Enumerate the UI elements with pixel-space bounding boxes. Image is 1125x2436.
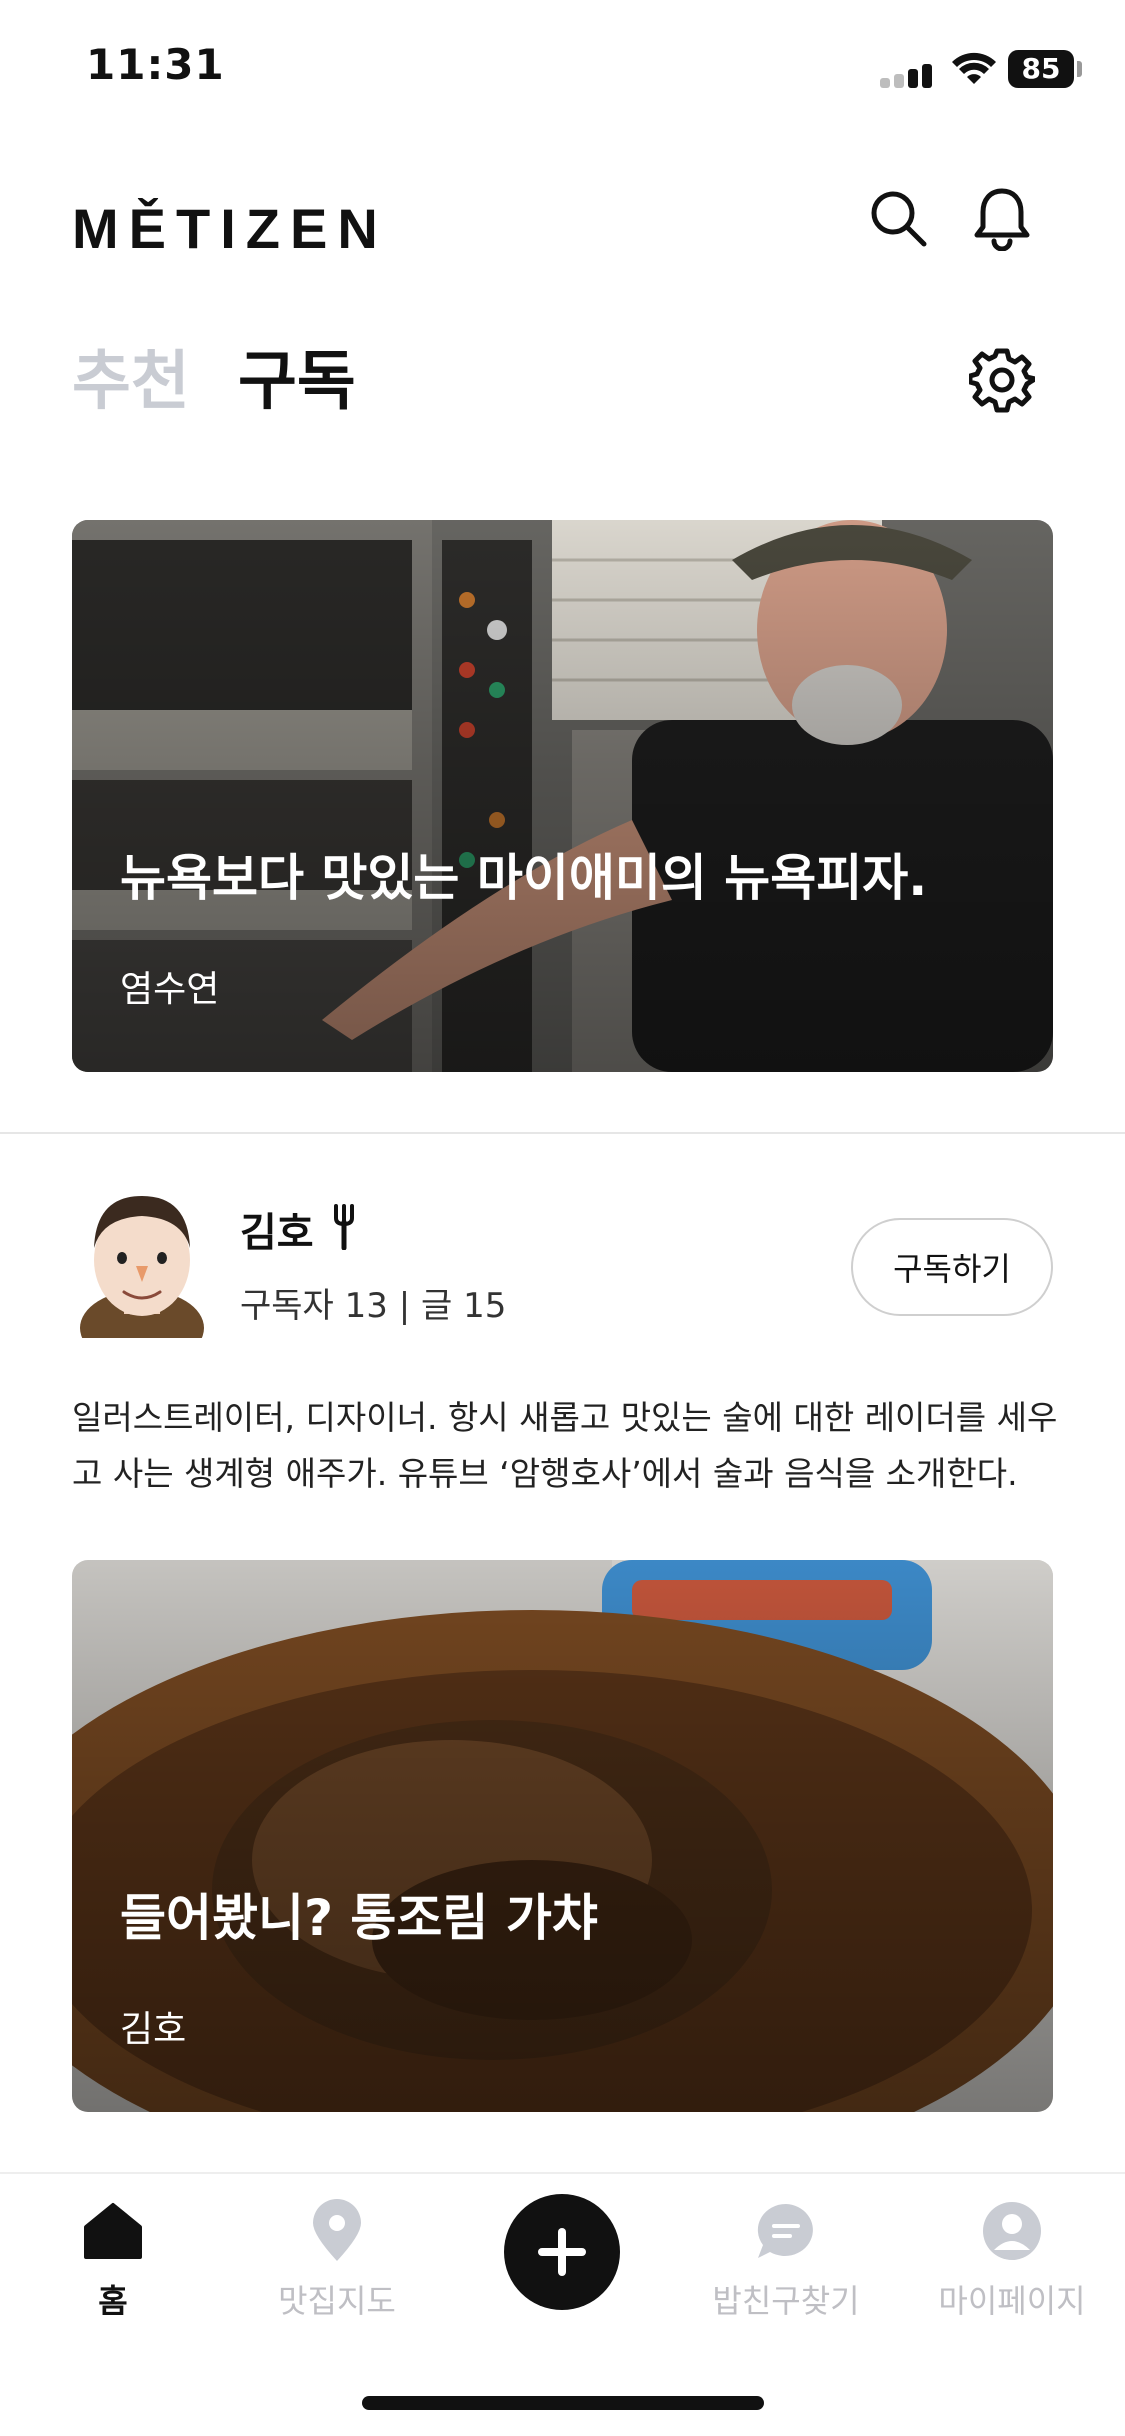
featured-card-title: 뉴욕보다 맛있는 마이애미의 뉴욕피자. [120, 849, 928, 907]
featured-card-author: 염수연 [120, 969, 220, 1010]
nav-find-friends[interactable]: 밥친구찾기 [686, 2196, 886, 2322]
nav-my-page[interactable]: 마이페이지 [912, 2196, 1112, 2322]
profile-stats: 구독자 13 | 글 15 [240, 1286, 507, 1326]
post-article-card[interactable]: 들어봤니? 통조림 가챠 김호 [72, 1560, 1053, 2112]
search-icon[interactable] [860, 180, 936, 256]
gear-icon[interactable] [962, 340, 1042, 420]
status-bar: 11:31 85 [0, 0, 1125, 140]
nav-home-label: 홈 [98, 2282, 128, 2320]
bell-icon[interactable] [964, 180, 1040, 256]
nav-map-label: 맛집지도 [278, 2282, 396, 2320]
featured-article-card[interactable]: 뉴욕보다 맛있는 마이애미의 뉴욕피자. 염수연 [72, 520, 1053, 1072]
home-indicator [362, 2396, 764, 2410]
app-logo: MĚTIZEN [72, 197, 388, 260]
status-time: 11:31 [86, 40, 225, 89]
battery-tip [1077, 61, 1082, 77]
nav-home[interactable]: 홈 [13, 2196, 213, 2322]
fork-icon [334, 1204, 354, 1250]
profile-name: 김호 [240, 1210, 314, 1256]
tab-recommend[interactable]: 추천 [72, 330, 190, 422]
post-card-title: 들어봤니? 통조림 가챠 [120, 1889, 598, 1947]
nav-map[interactable]: 맛집지도 [237, 2196, 437, 2322]
nav-find-friends-label: 밥친구찾기 [712, 2282, 860, 2320]
avatar[interactable] [72, 1188, 212, 1338]
post-card-author: 김호 [120, 2009, 187, 2050]
map-pin-icon [302, 2196, 372, 2266]
plus-icon [538, 2228, 586, 2276]
cellular-signal-icon [880, 62, 936, 88]
user-icon [977, 2196, 1047, 2266]
nav-my-page-label: 마이페이지 [938, 2282, 1086, 2320]
battery-indicator: 85 [1008, 50, 1074, 88]
tab-subscribe[interactable]: 구독 [238, 330, 356, 422]
chat-icon [751, 2196, 821, 2266]
add-post-button[interactable] [504, 2194, 620, 2310]
section-divider [0, 1132, 1125, 1134]
home-icon [78, 2196, 148, 2266]
subscribe-button[interactable]: 구독하기 [851, 1218, 1053, 1316]
profile-bio: 일러스트레이터, 디자이너. 항시 새롭고 맛있는 술에 대한 레이더를 세우고… [72, 1398, 1058, 1493]
wifi-icon [952, 52, 996, 84]
card-overlay [72, 1560, 1053, 2112]
